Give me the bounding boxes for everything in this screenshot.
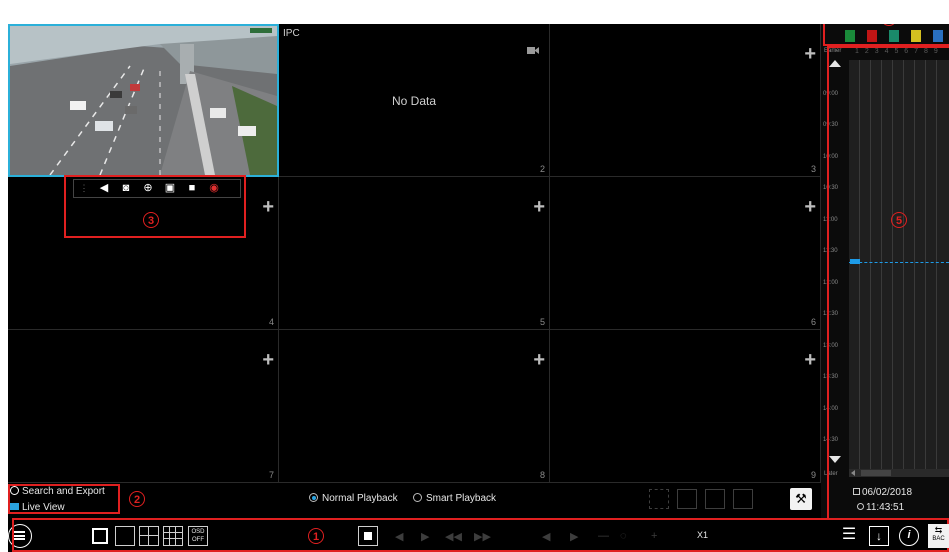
- stop-button[interactable]: [358, 526, 378, 546]
- record-camera-icon: [527, 47, 539, 54]
- next-frame-icon[interactable]: ▶: [570, 530, 578, 543]
- rewind-icon[interactable]: ◀◀: [445, 530, 462, 543]
- cell-number: 8: [539, 470, 545, 480]
- add-camera-icon[interactable]: +: [804, 350, 816, 370]
- draw-icon[interactable]: [705, 489, 725, 509]
- playback-speed: X1: [697, 530, 709, 540]
- speed-up-icon[interactable]: +: [651, 530, 657, 542]
- nvr-playback-screen: IPC No Data 2 + 3 + 4 + 5 + 6 + 7 + 8 + …: [8, 24, 949, 552]
- radio-selected-icon: [309, 493, 318, 502]
- speed-dial-icon[interactable]: ◌: [620, 530, 627, 542]
- fast-forward-icon[interactable]: ▶▶: [474, 530, 491, 543]
- cell-number: 5: [539, 317, 545, 327]
- search-region-icon[interactable]: [733, 489, 753, 509]
- cell-number: 6: [810, 317, 816, 327]
- video-grid: IPC No Data 2 + 3 + 4 + 5 + 6 + 7 + 8 + …: [8, 24, 821, 483]
- back-label: BAC: [932, 536, 945, 542]
- video-cell-3[interactable]: + 3: [550, 24, 821, 177]
- video-cell-7[interactable]: + 7: [8, 330, 279, 483]
- stop-icon: [364, 532, 372, 540]
- add-camera-icon[interactable]: +: [533, 197, 545, 217]
- smart-playback-label: Smart Playback: [426, 493, 497, 504]
- playback-mode-row: Search and Export Live View 2 Normal Pla…: [8, 484, 821, 514]
- step-back-icon[interactable]: ◀: [395, 530, 403, 543]
- radio-unselected-icon: [413, 493, 422, 502]
- annotation-box-2: [8, 484, 120, 514]
- cell-number: 3: [810, 164, 816, 174]
- add-camera-icon[interactable]: +: [804, 44, 816, 64]
- settings-wrench-icon[interactable]: ⚒: [790, 488, 812, 510]
- annotation-callout-3: 3: [143, 212, 159, 228]
- add-camera-icon[interactable]: +: [533, 350, 545, 370]
- region-clear-icon[interactable]: [677, 489, 697, 509]
- region-select-icon[interactable]: [649, 489, 669, 509]
- cell-number: 7: [268, 470, 274, 480]
- annotation-box-5: [827, 46, 949, 520]
- normal-playback-radio[interactable]: Normal Playback: [309, 493, 398, 504]
- add-camera-icon[interactable]: +: [262, 197, 274, 217]
- annotation-callout-1: 1: [308, 528, 324, 544]
- back-arrow-icon: ⇆: [934, 525, 943, 535]
- previous-frame-icon[interactable]: ◀: [542, 530, 550, 543]
- video-cell-8[interactable]: + 8: [279, 330, 550, 483]
- cell-number: 2: [539, 164, 545, 174]
- cell-number: 9: [810, 470, 816, 480]
- annotation-box-3: [64, 175, 246, 238]
- record-list-button[interactable]: ☰: [839, 526, 859, 544]
- no-data-message: No Data: [391, 94, 437, 108]
- add-camera-icon[interactable]: +: [262, 350, 274, 370]
- normal-playback-label: Normal Playback: [322, 493, 398, 504]
- cell-number: 4: [268, 317, 274, 327]
- bottom-taskbar: OSD OFF 1 ◀ ▶ ◀◀ ▶▶ ◀ ▶ — ◌ + X1 ☰ ↓ i ⇆…: [8, 518, 949, 552]
- video-cell-5[interactable]: + 5: [279, 177, 550, 330]
- smart-playback-radio[interactable]: Smart Playback: [413, 493, 496, 504]
- back-button[interactable]: ⇆ BAC: [928, 524, 949, 548]
- play-icon[interactable]: ▶: [421, 530, 429, 543]
- slow-down-icon[interactable]: —: [598, 530, 609, 542]
- camera-feed-highway: [10, 26, 277, 175]
- video-cell-1[interactable]: [8, 24, 279, 177]
- video-cell-9[interactable]: + 9: [550, 330, 821, 483]
- channel-name-label: IPC: [283, 28, 300, 39]
- video-cell-6[interactable]: + 6: [550, 177, 821, 330]
- video-cell-2[interactable]: IPC No Data 2: [279, 24, 550, 177]
- info-button[interactable]: i: [899, 526, 919, 546]
- annotation-box-4: [823, 24, 949, 46]
- timeline-panel: 4 Earlier 1 2 3 4 5 6 7 8 9 09:00 09:30 …: [821, 24, 949, 520]
- annotation-callout-2: 2: [129, 491, 145, 507]
- add-camera-icon[interactable]: +: [804, 197, 816, 217]
- download-button[interactable]: ↓: [869, 526, 889, 546]
